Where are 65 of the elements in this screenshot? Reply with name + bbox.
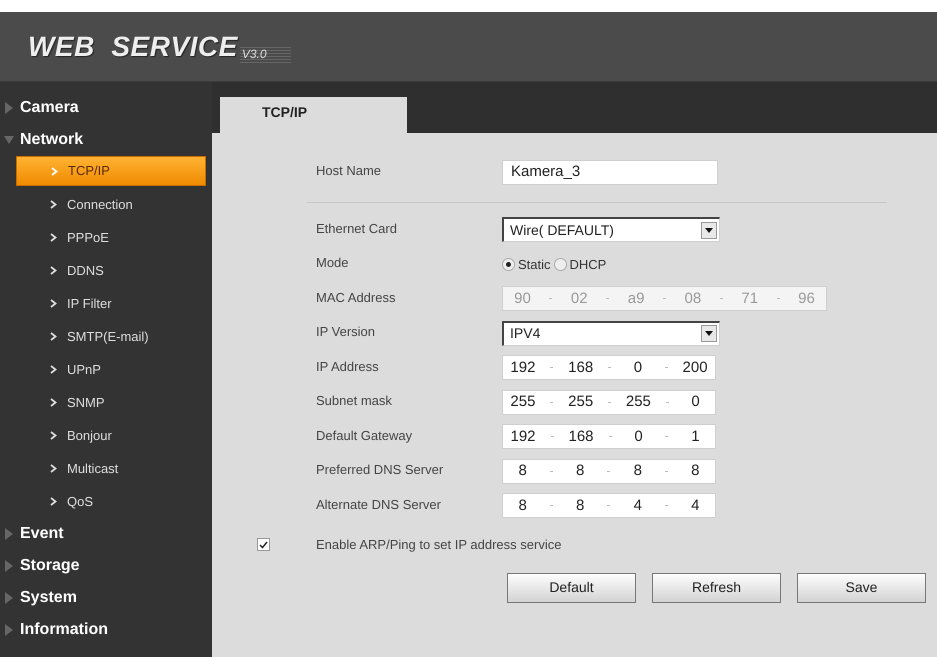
- action-button[interactable]: Refresh: [652, 572, 781, 602]
- collapsed-triangle-icon: [4, 528, 14, 540]
- field-label: IP Version: [315, 323, 376, 341]
- version-label: V3.0: [240, 44, 290, 62]
- sidebar-section[interactable]: Network: [0, 124, 212, 156]
- sidebar-item[interactable]: IP Filter: [16, 287, 206, 320]
- sidebar-section[interactable]: Event: [0, 518, 212, 550]
- expanded-triangle-icon: [4, 134, 14, 146]
- sidebar-item[interactable]: QoS: [16, 485, 206, 518]
- sidebar-item[interactable]: UPnP: [16, 353, 206, 386]
- field-label: MAC Address: [315, 288, 396, 306]
- sidebar-item[interactable]: Connection: [16, 188, 206, 221]
- sidebar-item[interactable]: PPPoE: [16, 221, 206, 254]
- collapsed-triangle-icon: [4, 560, 14, 572]
- field-label: Ethernet Card: [315, 220, 398, 238]
- radio-label: Static: [518, 256, 551, 274]
- sidebar-item[interactable]: Bonjour: [16, 419, 206, 452]
- chevron-icon: [50, 233, 57, 242]
- logo-text: WEB SERVICE: [28, 30, 238, 64]
- field-label: Host Name: [315, 162, 382, 180]
- chevron-icon: [50, 431, 57, 440]
- chevron-icon: [50, 266, 57, 275]
- field-label: Alternate DNS Server: [315, 496, 442, 514]
- checkbox-label: Enable ARP/Ping to set IP address service: [316, 536, 562, 554]
- sidebar-item[interactable]: Multicast: [16, 452, 206, 485]
- collapsed-triangle-icon: [4, 592, 14, 604]
- action-button[interactable]: Default: [507, 572, 636, 602]
- collapsed-triangle-icon: [4, 624, 14, 636]
- chevron-icon: [51, 166, 58, 176]
- ip-address-field[interactable]: 192 168 0 200: [502, 355, 716, 380]
- chevron-icon: [50, 365, 57, 374]
- radio-button[interactable]: [554, 258, 567, 271]
- mac-address-field: 90 02 a9 08 71 96: [502, 286, 827, 312]
- ip-address-field[interactable]: 192 168 0 1: [502, 424, 716, 450]
- radio-button[interactable]: [502, 258, 515, 271]
- field-label: Subnet mask: [315, 392, 393, 410]
- field-label: Default Gateway: [315, 426, 414, 445]
- checkbox[interactable]: [257, 538, 270, 552]
- chevron-icon: [50, 332, 57, 341]
- dropdown[interactable]: IPV4: [502, 320, 720, 346]
- ip-address-field[interactable]: 255 255 255 0: [502, 390, 716, 415]
- field-label: Preferred DNS Server: [315, 461, 444, 479]
- sidebar-item[interactable]: DDNS: [16, 254, 206, 287]
- chevron-icon: [50, 464, 57, 473]
- sidebar-section[interactable]: System: [0, 582, 212, 614]
- field-label: Mode: [315, 254, 350, 272]
- field-label: IP Address: [315, 358, 380, 376]
- chevron-icon: [50, 299, 57, 308]
- sidebar-section[interactable]: Storage: [0, 550, 212, 582]
- chevron-icon: [50, 200, 57, 209]
- ip-address-field[interactable]: 8 8 4 4: [502, 493, 716, 518]
- ip-address-field[interactable]: 8 8 8 8: [502, 458, 716, 484]
- tab[interactable]: TCP/IP: [220, 97, 407, 133]
- action-button[interactable]: Save: [797, 572, 926, 602]
- chevron-icon: [50, 398, 57, 407]
- sidebar-item[interactable]: TCP/IP: [16, 156, 206, 186]
- sidebar-item[interactable]: SMTP(E-mail): [16, 320, 206, 353]
- host-name-field[interactable]: Kamera_3: [502, 160, 718, 185]
- collapsed-triangle-icon: [4, 102, 14, 114]
- chevron-icon: [50, 497, 57, 506]
- sidebar-item[interactable]: SNMP: [16, 386, 206, 419]
- sidebar-section[interactable]: Information: [0, 614, 212, 646]
- sidebar-section[interactable]: Camera: [0, 92, 212, 124]
- dropdown[interactable]: Wire( DEFAULT): [502, 217, 720, 242]
- radio-label: DHCP: [570, 256, 606, 274]
